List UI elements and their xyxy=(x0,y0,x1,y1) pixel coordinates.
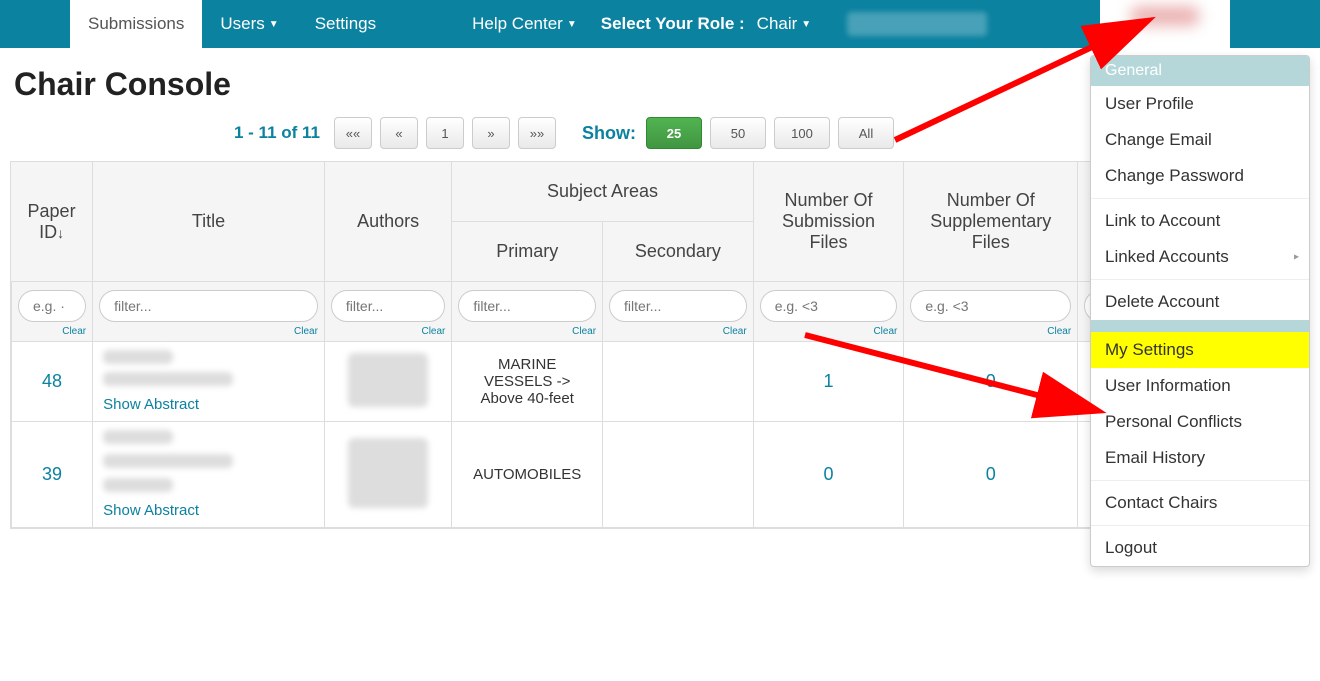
nav-settings[interactable]: Settings xyxy=(297,0,394,48)
authors-blurred xyxy=(348,353,428,407)
nav-help-center[interactable]: Help Center ▼ xyxy=(454,0,595,48)
menu-logout[interactable]: Logout xyxy=(1091,530,1309,566)
filter-clear[interactable]: Clear xyxy=(62,326,86,337)
role-select[interactable]: Chair ▼ xyxy=(751,0,830,48)
menu-personal-conflicts[interactable]: Personal Conflicts xyxy=(1091,404,1309,440)
page-size-25[interactable]: 25 xyxy=(646,117,702,149)
page-size-50[interactable]: 50 xyxy=(710,117,766,149)
caret-down-icon: ▼ xyxy=(801,19,811,30)
menu-delete-account[interactable]: Delete Account xyxy=(1091,284,1309,320)
page-next-button[interactable]: » xyxy=(472,117,510,149)
menu-contact-chairs[interactable]: Contact Chairs xyxy=(1091,485,1309,521)
menu-linked-accounts-label: Linked Accounts xyxy=(1105,247,1229,266)
result-count: 1 - 11 of 11 xyxy=(234,123,320,143)
role-select-label: Select Your Role : xyxy=(595,0,751,48)
page-size-100[interactable]: 100 xyxy=(774,117,830,149)
user-menu-trigger[interactable] xyxy=(1100,0,1230,48)
col-subject-areas: Subject Areas xyxy=(451,162,752,222)
filter-authors-input[interactable] xyxy=(331,290,445,322)
authors-blurred xyxy=(348,438,428,508)
menu-linked-accounts[interactable]: Linked Accounts ▸ xyxy=(1091,239,1309,275)
caret-down-icon: ▼ xyxy=(567,19,577,30)
subtitle-blurred xyxy=(103,454,233,468)
page-prev-button[interactable]: « xyxy=(380,117,418,149)
col-num-submission[interactable]: Number Of Submission Files xyxy=(753,162,904,282)
page-number-button[interactable]: 1 xyxy=(426,117,464,149)
menu-link-to-account[interactable]: Link to Account xyxy=(1091,203,1309,239)
nav-submissions[interactable]: Submissions xyxy=(70,0,202,48)
col-authors[interactable]: Authors xyxy=(324,162,451,282)
num-sub-link[interactable]: 0 xyxy=(824,464,834,484)
page-size-all[interactable]: All xyxy=(838,117,894,149)
cell-secondary xyxy=(602,342,753,422)
cell-primary: AUTOMOBILES xyxy=(451,422,602,528)
page-last-button[interactable]: »» xyxy=(518,117,556,149)
cell-primary: MARINE VESSELS -> Above 40-feet xyxy=(451,342,602,422)
subtitle-blurred xyxy=(103,372,233,386)
menu-header-conference xyxy=(1091,320,1309,332)
filter-primary-input[interactable] xyxy=(458,290,596,322)
filter-title-input[interactable] xyxy=(99,290,318,322)
filter-clear[interactable]: Clear xyxy=(572,326,596,337)
cell-secondary xyxy=(602,422,753,528)
title-blurred xyxy=(103,430,173,444)
nav-trailing-space xyxy=(1230,0,1320,48)
show-abstract-link[interactable]: Show Abstract xyxy=(103,396,199,413)
user-dropdown-menu: General User Profile Change Email Change… xyxy=(1090,55,1310,567)
show-label: Show: xyxy=(582,123,636,144)
col-paper-id[interactable]: Paper ID↓ xyxy=(11,162,92,282)
nav-help-label: Help Center xyxy=(472,14,563,34)
filter-clear[interactable]: Clear xyxy=(873,326,897,337)
num-sub-link[interactable]: 1 xyxy=(824,371,834,391)
num-supp-link[interactable]: 0 xyxy=(986,371,996,391)
caret-down-icon: ▼ xyxy=(269,19,279,30)
paper-id-link[interactable]: 48 xyxy=(42,371,62,391)
paper-id-link[interactable]: 39 xyxy=(42,464,62,484)
menu-user-information[interactable]: User Information xyxy=(1091,368,1309,404)
col-title[interactable]: Title xyxy=(92,162,324,282)
page-first-button[interactable]: «« xyxy=(334,117,372,149)
title-blurred xyxy=(103,350,173,364)
filter-num-supp-input[interactable] xyxy=(910,290,1071,322)
nav-users[interactable]: Users ▼ xyxy=(202,0,296,48)
sort-desc-icon: ↓ xyxy=(57,225,64,241)
menu-change-email[interactable]: Change Email xyxy=(1091,122,1309,158)
menu-my-settings[interactable]: My Settings xyxy=(1091,332,1309,368)
col-primary[interactable]: Primary xyxy=(451,222,602,282)
num-supp-link[interactable]: 0 xyxy=(986,464,996,484)
nav-users-label: Users xyxy=(220,14,264,34)
menu-user-profile[interactable]: User Profile xyxy=(1091,86,1309,122)
filter-paper-id-input[interactable] xyxy=(18,290,86,322)
top-nav: Submissions Users ▼ Settings Help Center… xyxy=(0,0,1320,48)
filter-clear[interactable]: Clear xyxy=(421,326,445,337)
filter-num-sub-input[interactable] xyxy=(760,290,898,322)
col-num-supplementary[interactable]: Number Of Supplementary Files xyxy=(903,162,1077,282)
filter-clear[interactable]: Clear xyxy=(1047,326,1071,337)
menu-email-history[interactable]: Email History xyxy=(1091,440,1309,476)
col-secondary[interactable]: Secondary xyxy=(602,222,753,282)
filter-clear[interactable]: Clear xyxy=(723,326,747,337)
chevron-right-icon: ▸ xyxy=(1294,252,1299,263)
col-paper-id-label: Paper ID xyxy=(28,201,76,242)
show-abstract-link[interactable]: Show Abstract xyxy=(103,502,199,519)
menu-header-general: General xyxy=(1091,56,1309,86)
menu-change-password[interactable]: Change Password xyxy=(1091,158,1309,194)
role-value: Chair xyxy=(757,14,798,34)
filter-secondary-input[interactable] xyxy=(609,290,747,322)
subtitle-blurred xyxy=(103,478,173,492)
conference-name-blurred xyxy=(847,12,987,36)
filter-clear[interactable]: Clear xyxy=(294,326,318,337)
